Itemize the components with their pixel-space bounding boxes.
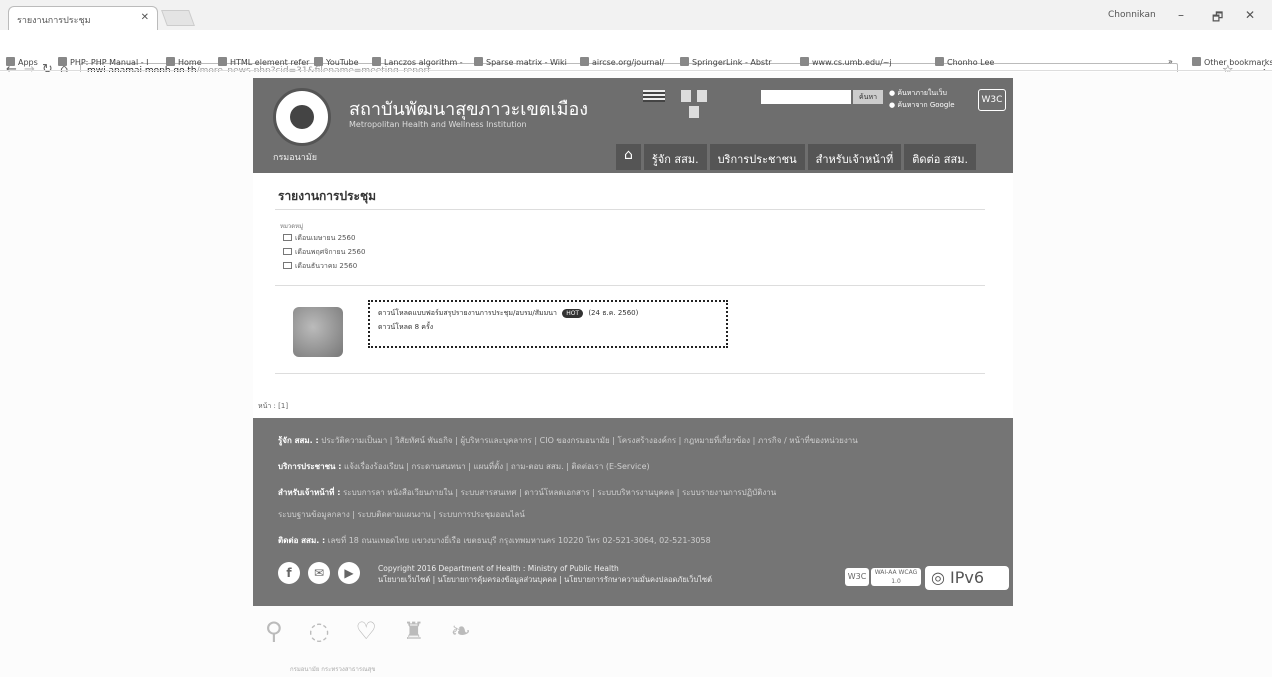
menu-contact[interactable]: ติดต่อ สสม. bbox=[904, 144, 976, 170]
page-title: รายงานการประชุม bbox=[278, 189, 377, 203]
footer-about-row[interactable]: รู้จัก สสม. : ประวัติความเป็นมา | วิสัยท… bbox=[278, 434, 858, 447]
apps-icon bbox=[6, 57, 15, 66]
menu-staff[interactable]: สำหรับเจ้าหน้าที่ bbox=[807, 144, 902, 170]
department-name: กรมอนามัย bbox=[273, 153, 318, 163]
department-logo[interactable] bbox=[273, 88, 331, 146]
new-tab-button[interactable] bbox=[161, 10, 195, 26]
wikipedia-icon bbox=[474, 57, 483, 66]
youtube-icon[interactable]: ▶ bbox=[338, 562, 360, 584]
bookmark-springer[interactable]: SpringerLink - Abstr bbox=[680, 57, 772, 67]
minimize-icon[interactable]: – bbox=[1178, 8, 1184, 22]
site-title: สถาบันพัฒนาสุขภาวะเขตเมือง bbox=[349, 99, 589, 120]
heart-icon[interactable]: ♡ bbox=[356, 617, 378, 645]
leaf-icon[interactable]: ❧ bbox=[451, 617, 471, 645]
bookmark-home-icon bbox=[166, 57, 175, 66]
footer-service-row[interactable]: บริการประชาชน : แจ้งเรื่องร้องเรียน | กร… bbox=[278, 460, 650, 473]
folder-icon bbox=[283, 248, 292, 255]
folder-item[interactable]: เดือนเมษายน 2560 bbox=[283, 233, 355, 244]
tab-title: รายงานการประชุม bbox=[17, 16, 91, 26]
bookmark-umb[interactable]: www.cs.umb.edu/~j bbox=[800, 57, 892, 67]
page-icon bbox=[935, 57, 944, 66]
web-page: สถาบันพัฒนาสุขภาวะเขตเมือง Metropolitan … bbox=[0, 72, 1272, 677]
runner-icon[interactable]: ⚲ bbox=[265, 617, 283, 645]
pagination[interactable]: หน้า : [1] bbox=[258, 401, 288, 412]
page-icon bbox=[800, 57, 809, 66]
ipv6-badge[interactable]: ◎ IPv6 bbox=[925, 566, 1009, 590]
bookmark-html[interactable]: HTML element refer bbox=[218, 57, 309, 67]
tooth-icon[interactable]: ♜ bbox=[403, 617, 425, 645]
radio-search-site[interactable]: ● ค้นหาภายในเว็บ bbox=[889, 88, 947, 99]
maximize-icon[interactable]: 🗗 bbox=[1212, 8, 1223, 29]
menu-about[interactable]: รู้จัก สสม. bbox=[643, 144, 707, 170]
sitemap-icon[interactable] bbox=[689, 106, 699, 118]
folder-icon bbox=[283, 262, 292, 269]
youtube-icon bbox=[314, 57, 323, 66]
search-input[interactable] bbox=[761, 90, 851, 104]
site-header: สถาบันพัฒนาสุขภาวะเขตเมือง Metropolitan … bbox=[253, 78, 1013, 173]
browser-navbar: ← → ↻ ⌂ mwi.anamai.moph.go.th/more_news.… bbox=[0, 30, 1272, 80]
wikipedia-icon bbox=[372, 57, 381, 66]
close-window-icon[interactable]: ✕ bbox=[1245, 8, 1255, 22]
php-icon bbox=[58, 57, 67, 66]
main-content: รายงานการประชุม หมวดหมู่ เดือนเมษายน 256… bbox=[253, 173, 1013, 418]
home-menu-icon[interactable]: ⌂ bbox=[616, 144, 641, 170]
nutrition-icon[interactable]: ◌ bbox=[309, 617, 330, 645]
bookmark-sparse[interactable]: Sparse matrix - Wiki bbox=[474, 57, 567, 67]
bookmark-php[interactable]: PHP: PHP Manual - I bbox=[58, 57, 149, 67]
folder-icon bbox=[283, 234, 292, 241]
profile-name[interactable]: Chonnikan bbox=[1108, 10, 1156, 20]
folder-icon bbox=[1192, 57, 1201, 66]
hot-badge: HOT bbox=[562, 309, 584, 318]
bookmark-lanczos[interactable]: Lanczos algorithm - bbox=[372, 57, 463, 67]
text-size-icon[interactable] bbox=[681, 90, 691, 102]
bottom-caption: กรมอนามัย กระทรวงสาธารณสุข bbox=[290, 666, 376, 673]
mail-icon[interactable]: ✉ bbox=[308, 562, 330, 584]
folder-item[interactable]: เดือนพฤศจิกายน 2560 bbox=[283, 247, 365, 258]
facebook-icon[interactable]: f bbox=[278, 562, 300, 584]
document-date: (24 ธ.ค. 2560) bbox=[588, 309, 639, 317]
springer-icon bbox=[680, 57, 689, 66]
document-thumbnail[interactable] bbox=[293, 307, 343, 357]
bookmark-aircse[interactable]: aircse.org/journal/ bbox=[580, 57, 664, 67]
other-bookmarks[interactable]: Other bookmarks bbox=[1192, 57, 1272, 67]
footer-contact-row: ติดต่อ สสม. : เลขที่ 18 ถนนเทอดไทย แขวงบ… bbox=[278, 536, 711, 545]
category-label: หมวดหมู่ bbox=[280, 223, 304, 230]
w3c-logo[interactable]: W3C bbox=[978, 89, 1006, 111]
radio-search-google[interactable]: ● ค้นหาจาก Google bbox=[889, 100, 955, 111]
document-link[interactable]: ดาวน์โหลดแบบฟอร์มสรุปรายงานการประชุม/อบร… bbox=[368, 300, 728, 348]
bookmark-youtube[interactable]: YouTube bbox=[314, 57, 359, 67]
bookmark-apps[interactable]: Apps bbox=[6, 57, 38, 67]
site-footer: รู้จัก สสม. : ประวัติความเป็นมา | วิสัยท… bbox=[253, 418, 1013, 606]
main-menu: ⌂ รู้จัก สสม. บริการประชาชน สำหรับเจ้าหน… bbox=[613, 144, 976, 170]
download-count: ดาวน์โหลด 8 ครั้ง bbox=[378, 323, 434, 331]
more-bookmarks-icon[interactable]: » bbox=[1168, 57, 1173, 66]
tab-close-icon[interactable]: ✕ bbox=[141, 12, 149, 23]
document-title: ดาวน์โหลดแบบฟอร์มสรุปรายงานการประชุม/อบร… bbox=[378, 309, 557, 317]
thai-flag-icon[interactable] bbox=[643, 90, 665, 102]
bookmark-chonho[interactable]: Chonho Lee bbox=[935, 57, 994, 67]
wai-aa-badge[interactable]: WAI-AA WCAG 1.0 bbox=[871, 568, 921, 586]
footer-staff-row-2[interactable]: ระบบฐานข้อมูลกลาง | ระบบติดตามแผนงาน | ร… bbox=[278, 508, 525, 521]
divider bbox=[275, 285, 985, 286]
copyright: Copyright 2016 Department of Health : Mi… bbox=[378, 564, 713, 584]
bookmarks-bar: Apps PHP: PHP Manual - I Home HTML eleme… bbox=[0, 53, 1272, 71]
footer-staff-row[interactable]: สำหรับเจ้าหน้าที่ : ระบบการลา หนังสือเวี… bbox=[278, 486, 776, 499]
browser-tab[interactable]: รายงานการประชุม ✕ bbox=[8, 6, 158, 30]
divider bbox=[275, 373, 985, 374]
bookmark-home[interactable]: Home bbox=[166, 57, 202, 67]
w3c-badge[interactable]: W3C bbox=[845, 568, 869, 586]
divider bbox=[275, 209, 985, 210]
bottom-icons: ⚲ ◌ ♡ ♜ ❧ bbox=[265, 617, 471, 645]
site-subtitle: Metropolitan Health and Wellness Institu… bbox=[349, 120, 527, 129]
folder-item[interactable]: เดือนธันวาคม 2560 bbox=[283, 261, 357, 272]
search-button[interactable]: ค้นหา bbox=[853, 90, 883, 104]
menu-public-service[interactable]: บริการประชาชน bbox=[709, 144, 805, 170]
html-icon bbox=[218, 57, 227, 66]
page-icon bbox=[580, 57, 589, 66]
contrast-icon[interactable] bbox=[697, 90, 707, 102]
browser-tabbar: รายงานการประชุม ✕ Chonnikan – 🗗 ✕ bbox=[0, 0, 1272, 30]
